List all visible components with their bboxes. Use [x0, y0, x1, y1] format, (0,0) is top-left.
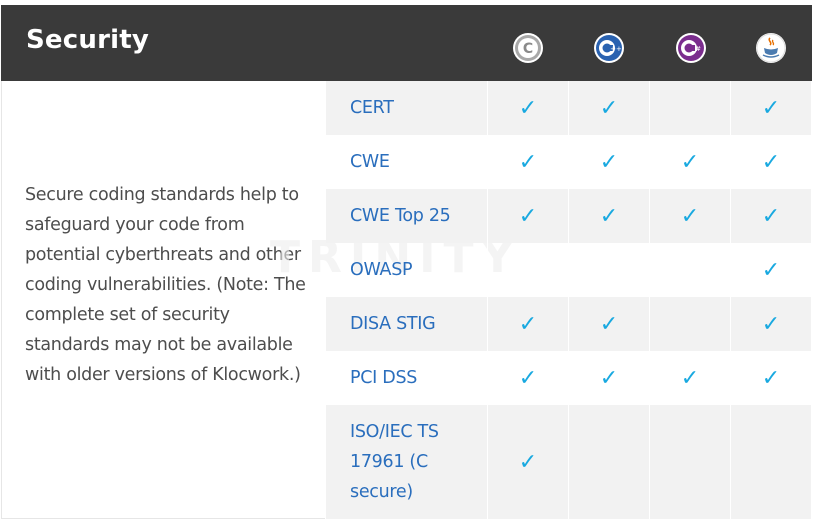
checkmark-icon: ✓ [518, 311, 538, 337]
java-support-cell: ✓ [731, 81, 812, 135]
checkmark-icon: ✓ [518, 449, 538, 475]
c-support-cell: ✓ [488, 297, 569, 351]
cpp-support-cell: ✓ [569, 297, 650, 351]
standard-name[interactable]: OWASP [326, 243, 488, 297]
cpp-support-cell: ✓ [569, 135, 650, 189]
cpp-support-cell: ✓ [569, 81, 650, 135]
checkmark-icon: ✓ [518, 149, 538, 175]
standards-table: CERT ✓ ✓ ✓ CWE ✓ ✓ ✓ ✓ CWE Top 25 ✓ ✓ ✓ ✓ OWASP ✓ DISA S… [326, 81, 812, 519]
csharp-support-cell [650, 243, 731, 297]
checkmark-icon: ✓ [518, 203, 538, 229]
csharp-support-cell [650, 81, 731, 135]
checkmark-icon: ✓ [761, 257, 781, 283]
table-row: OWASP ✓ [326, 243, 812, 297]
csharp-support-cell: ✓ [650, 135, 731, 189]
svg-text:++: ++ [610, 45, 622, 53]
cpp-support-cell [569, 405, 650, 519]
c-support-cell: ✓ [488, 405, 569, 519]
checkmark-icon: ✓ [599, 95, 619, 121]
checkmark-icon: ✓ [599, 203, 619, 229]
c-support-cell: ✓ [488, 81, 569, 135]
table-row: PCI DSS ✓ ✓ ✓ ✓ [326, 351, 812, 405]
c-support-cell [488, 243, 569, 297]
checkmark-icon: ✓ [761, 365, 781, 391]
checkmark-icon: ✓ [599, 365, 619, 391]
csharp-language-icon: # [676, 33, 706, 63]
table-row: CERT ✓ ✓ ✓ [326, 81, 812, 135]
checkmark-icon: ✓ [680, 365, 700, 391]
svg-text:C: C [523, 41, 533, 57]
cpp-support-cell: ✓ [569, 351, 650, 405]
standard-name[interactable]: ISO/IEC TS 17961 (C secure) [326, 405, 488, 519]
java-support-cell: ✓ [731, 189, 812, 243]
standard-name[interactable]: CWE [326, 135, 488, 189]
standard-name[interactable]: DISA STIG [326, 297, 488, 351]
section-title: Security [26, 25, 149, 55]
checkmark-icon: ✓ [599, 149, 619, 175]
section-header: Security C ++ # [1, 5, 812, 81]
standard-name[interactable]: CERT [326, 81, 488, 135]
c-support-cell: ✓ [488, 135, 569, 189]
checkmark-icon: ✓ [761, 95, 781, 121]
c-support-cell: ✓ [488, 351, 569, 405]
cpp-support-cell: ✓ [569, 189, 650, 243]
svg-text:#: # [695, 45, 701, 53]
checkmark-icon: ✓ [518, 365, 538, 391]
cpp-support-cell [569, 243, 650, 297]
cpp-language-icon: ++ [594, 33, 624, 63]
checkmark-icon: ✓ [680, 149, 700, 175]
java-support-cell: ✓ [731, 351, 812, 405]
c-language-icon: C [513, 33, 543, 63]
c-support-cell: ✓ [488, 189, 569, 243]
checkmark-icon: ✓ [599, 311, 619, 337]
java-language-icon [756, 33, 786, 63]
java-support-cell: ✓ [731, 297, 812, 351]
java-support-cell [731, 405, 812, 519]
csharp-support-cell: ✓ [650, 189, 731, 243]
security-description: Secure coding standards help to safeguar… [25, 185, 306, 385]
csharp-support-cell: ✓ [650, 351, 731, 405]
checkmark-icon: ✓ [761, 149, 781, 175]
checkmark-icon: ✓ [761, 203, 781, 229]
table-row: DISA STIG ✓ ✓ ✓ [326, 297, 812, 351]
checkmark-icon: ✓ [518, 95, 538, 121]
csharp-support-cell [650, 405, 731, 519]
checkmark-icon: ✓ [680, 203, 700, 229]
table-row: ISO/IEC TS 17961 (C secure) ✓ [326, 405, 812, 519]
java-support-cell: ✓ [731, 135, 812, 189]
standard-name[interactable]: CWE Top 25 [326, 189, 488, 243]
java-support-cell: ✓ [731, 243, 812, 297]
checkmark-icon: ✓ [761, 311, 781, 337]
standard-name[interactable]: PCI DSS [326, 351, 488, 405]
table-row: CWE Top 25 ✓ ✓ ✓ ✓ [326, 189, 812, 243]
table-row: CWE ✓ ✓ ✓ ✓ [326, 135, 812, 189]
csharp-support-cell [650, 297, 731, 351]
